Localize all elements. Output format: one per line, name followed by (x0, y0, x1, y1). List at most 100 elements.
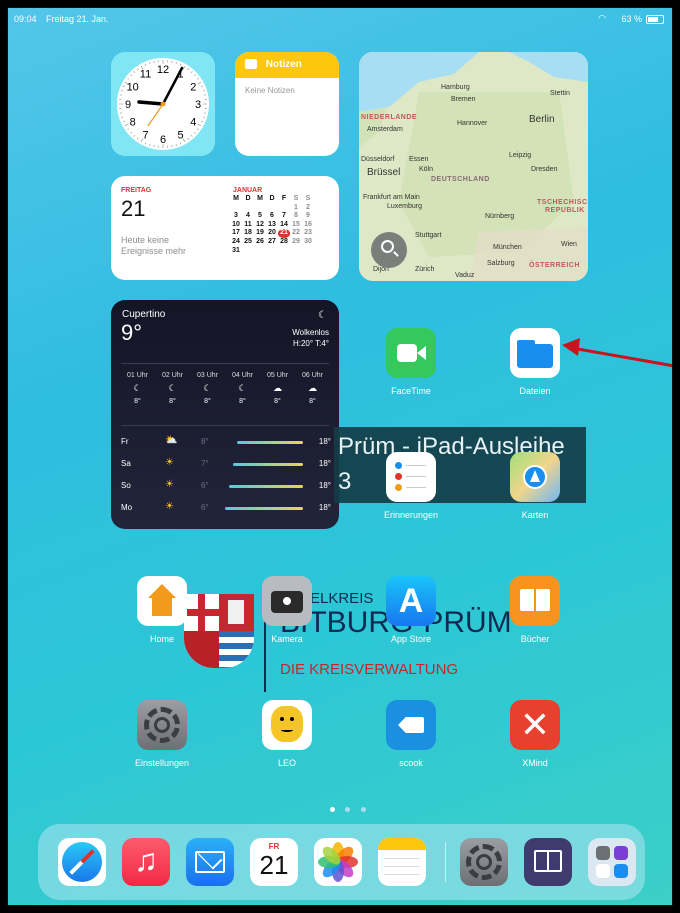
map-place-label: Wien (561, 241, 577, 248)
app-buecher[interactable]: Bücher (495, 576, 575, 644)
notes-icon (245, 59, 257, 70)
map-place-label: REPUBLIK (545, 207, 585, 214)
app-app-store[interactable]: A App Store (371, 576, 451, 644)
forecast-day-row: Fr ⛅ 8° 18° (121, 431, 331, 453)
clock-number: 9 (125, 99, 131, 111)
app-karten[interactable]: Karten (495, 452, 575, 520)
facetime-label: FaceTime (391, 386, 431, 396)
page-dot-2 (345, 807, 351, 812)
forecast-day-name: So (121, 481, 131, 490)
forecast-high: 18° (318, 437, 331, 446)
books-icon (510, 576, 560, 626)
hourly-forecast: 01 Uhr ☾ 8° 02 Uhr ☾ 8° 03 Uhr ☾ 8° 04 Uhr ☾ 8° 05 U… (120, 372, 330, 408)
calendar-date: 14 (280, 220, 288, 228)
hour-column: 01 Uhr ☾ 8° (120, 372, 155, 405)
weather-widget[interactable]: Cupertino 9° ☾ Wolkenlos H:20° T:4° 01 U… (111, 300, 339, 529)
music-note-icon: ♫ (134, 842, 158, 878)
clock-number: 3 (195, 99, 201, 111)
calendar-no-events-2: Ereignisse mehr (121, 246, 187, 256)
cloud-moon-icon: ☁ (273, 383, 282, 393)
clock-number: 2 (190, 82, 196, 94)
dock-music[interactable]: ♫ (122, 838, 170, 886)
calendar-date: 9 (306, 212, 310, 220)
calendar-widget[interactable]: FREITAG 21 Heute keine Ereignisse mehr J… (111, 176, 339, 280)
hour-column: 06 Uhr ☁ 8° (295, 372, 330, 405)
page-dot-3 (360, 807, 366, 812)
app-scook[interactable]: scook (371, 700, 451, 768)
dock-mail[interactable] (186, 838, 234, 886)
map-place-label: Berlin (529, 114, 555, 125)
map-place-label: Bremen (451, 96, 476, 103)
notes-widget[interactable]: Notizen Keine Notizen (235, 52, 339, 156)
buecher-label: Bücher (520, 634, 550, 644)
calendar-date: 19 (256, 229, 264, 237)
calendar-grid: M D M D F S S 1 2 3 4 5 6 7 8 9 10 11 12 13 14 15 16 17 18 19 20 21… (230, 195, 314, 255)
dock-notes[interactable] (378, 838, 426, 886)
hour-temp: 8° (274, 398, 281, 405)
calendar-weekday-header: F (281, 195, 287, 202)
calendar-weekday: FREITAG (121, 187, 152, 194)
app-facetime[interactable]: FaceTime (371, 328, 451, 396)
calendar-month: JANUAR (233, 187, 263, 194)
map-place-label: Düsseldorf (361, 156, 395, 163)
leo-label: LEO (277, 758, 296, 768)
clock-number: 12 (157, 64, 169, 76)
calendar-date: 25 (244, 237, 252, 245)
hour-temp: 8° (134, 398, 141, 405)
dock-book-app[interactable] (524, 838, 572, 886)
map-place-label: Hamburg (441, 84, 470, 91)
calendar-date: 30 (304, 237, 312, 245)
xmind-icon: ✕ (510, 700, 560, 750)
calendar-date: 15 (292, 220, 300, 228)
daily-forecast: Fr ⛅ 8° 18° Sa ☀ 7° 18° So ☀ 6° 18° Mo ☀ 6° 18° (121, 431, 331, 519)
app-library-icon (596, 846, 610, 860)
weather-divider (121, 363, 329, 364)
app-leo[interactable]: LEO (247, 700, 327, 768)
hour-time: 04 Uhr (231, 372, 253, 379)
calendar-date: 23 (304, 229, 312, 237)
map-place-label: Leipzig (509, 152, 532, 159)
dock-photos[interactable] (314, 838, 362, 886)
calendar-date: 4 (246, 212, 250, 220)
dock-app-library[interactable] (588, 838, 636, 886)
scook-tag-icon (386, 700, 436, 750)
weather-city: Cupertino (122, 309, 166, 320)
dock-safari[interactable] (58, 838, 106, 886)
forecast-high: 18° (318, 459, 331, 468)
calendar-date: 3 (234, 212, 238, 220)
forecast-high: 18° (318, 503, 331, 512)
map-place-label: Köln (419, 166, 434, 173)
app-dateien[interactable]: Dateien (495, 328, 575, 396)
hour-time: 03 Uhr (196, 372, 218, 379)
weather-hilo: H:20° T:4° (292, 339, 329, 348)
page-indicator[interactable] (330, 799, 366, 817)
app-kamera[interactable]: Kamera (247, 576, 327, 644)
map-search-button[interactable] (371, 232, 407, 268)
app-home[interactable]: Home (122, 576, 202, 644)
app-erinnerungen[interactable]: Erinnerungen (371, 452, 451, 520)
clock-widget[interactable]: 12 1 2 3 4 5 6 7 8 9 10 11 (111, 52, 215, 156)
page-dot-1 (330, 807, 335, 812)
dock: ♫ FR 21 (38, 824, 645, 900)
app-einstellungen[interactable]: Einstellungen (122, 700, 202, 768)
map-place-label: Frankfurt am Main (363, 194, 420, 201)
weather-divider-2 (121, 425, 329, 426)
map-place-label: Salzburg (487, 260, 515, 267)
calendar-date: 8 (294, 212, 298, 220)
map-widget[interactable]: Hamburg Bremen Stettin NIEDERLANDE Amsterdam… (359, 52, 588, 281)
forecast-day-row: So ☀ 6° 18° (121, 475, 331, 497)
calendar-date: 5 (258, 212, 262, 220)
hour-temp: 8° (239, 398, 246, 405)
forecast-day-row: Mo ☀ 6° 18° (121, 497, 331, 519)
calendar-date: 18 (244, 229, 252, 237)
dock-calendar[interactable]: FR 21 (250, 838, 298, 886)
calendar-date: 22 (292, 229, 300, 237)
dock-settings[interactable] (460, 838, 508, 886)
hour-time: 06 Uhr (301, 372, 323, 379)
battery-icon (646, 15, 664, 24)
karten-label: Karten (521, 510, 549, 520)
app-xmind[interactable]: ✕ XMind (495, 700, 575, 768)
status-time: 09:04 (14, 14, 37, 24)
home-icon (137, 576, 187, 626)
forecast-low: 6° (201, 503, 209, 512)
